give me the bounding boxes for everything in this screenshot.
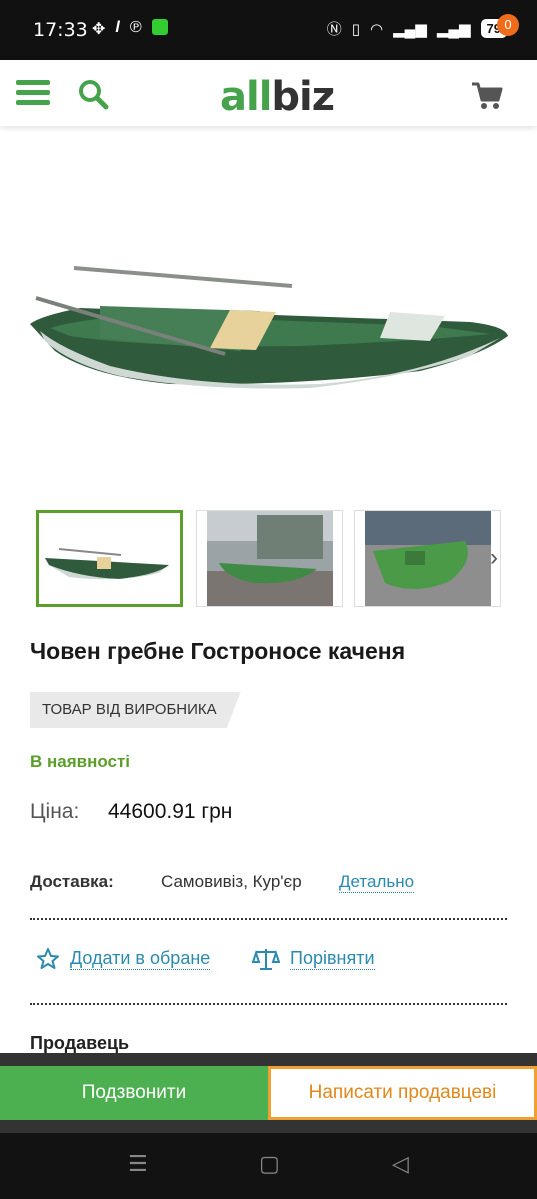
add-favorite-link[interactable]: Додати в обране [70,948,211,970]
price-label: Ціна: [30,800,80,823]
fan-icon: ✥ [92,21,106,38]
status-right-icons: Ⓝ ▯ ◠ ▂▄▆ ▂▄▆ 79 [327,18,507,39]
delivery-details-link[interactable]: Детально [339,872,415,893]
add-favorite-action[interactable]: Додати в обране [36,947,211,971]
chevron-right-icon[interactable]: › [490,544,498,572]
product-title: Човен гребне Гостроносе каченя [30,638,406,664]
seller-heading: Продавець [30,1033,130,1053]
back-nav-icon[interactable]: ◁ [392,1151,409,1177]
wifi-icon: ◠ [370,20,384,38]
cart-count-badge: 0 [497,14,519,36]
status-bar: 17:33 ✥ l ℗ Ⓝ ▯ ◠ ▂▄▆ ▂▄▆ 79 [0,0,537,60]
scales-icon [252,949,280,970]
system-nav-bar: ☰ ▢ ◁ [0,1133,537,1199]
signal-icon: ▂▄▆ [393,20,427,38]
divider [30,918,507,920]
delivery-options: Самовивіз, Кур'єр [161,872,302,891]
app-header: allbiz [0,60,537,126]
compare-link[interactable]: Порівняти [290,948,375,970]
allbiz-logo[interactable]: allbiz [220,74,335,120]
manufacturer-badge: ТОВАР ВІД ВИРОБНИКА [30,692,241,728]
menu-nav-icon[interactable]: ☰ [128,1151,148,1177]
vibrate-icon: ▯ [351,20,361,38]
app-icon [151,19,168,35]
divider [30,1003,507,1005]
thumbnail-2[interactable] [196,510,343,607]
thumbnail-1[interactable] [36,510,183,607]
stock-status: В наявності [30,752,131,771]
status-time: 17:33 [33,19,88,41]
compare-action[interactable]: Порівняти [252,947,375,971]
status-left-icons: ✥ l ℗ [92,19,168,39]
product-main-image[interactable] [0,126,537,496]
pinterest-icon: ℗ [129,19,142,36]
signal-4g-icon: ▂▄▆ [436,20,471,38]
cart-icon[interactable] [470,80,504,112]
l-icon: l [115,19,120,36]
nfc-icon: Ⓝ [326,21,342,38]
write-seller-button[interactable]: Написати продавцеві [268,1066,537,1120]
search-icon[interactable] [76,77,110,111]
home-nav-icon[interactable]: ▢ [259,1151,280,1177]
thumbnail-3[interactable] [354,510,501,607]
delivery-label: Доставка: [30,872,114,891]
call-button[interactable]: Подзвонити [0,1066,268,1120]
star-icon [37,948,59,969]
menu-icon[interactable] [16,80,50,106]
thumbnail-strip: › [36,510,537,607]
price-value: 44600.91 грн [108,800,233,823]
